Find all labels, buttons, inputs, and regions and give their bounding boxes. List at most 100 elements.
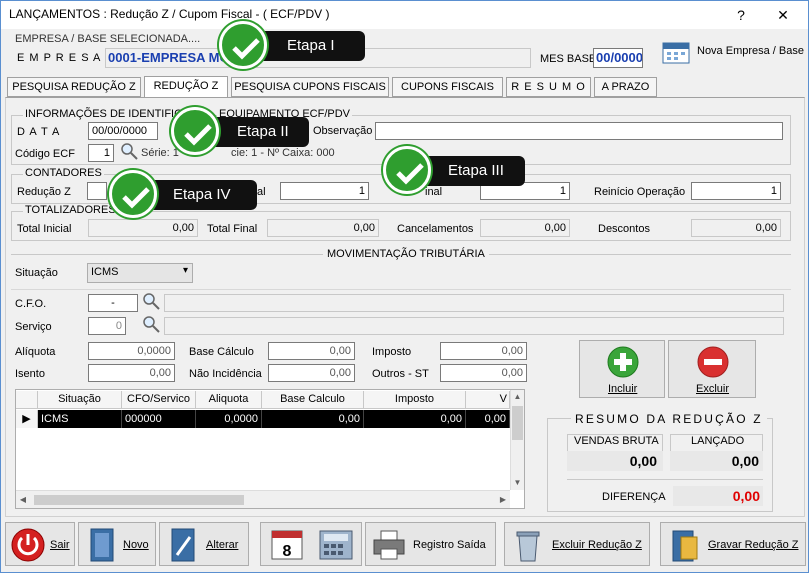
outros-st-input[interactable]: 0,00	[440, 364, 527, 382]
callout-etapa-1: Etapa I	[253, 31, 365, 61]
scroll-right-icon[interactable]: ▶	[496, 493, 510, 507]
cfo-input[interactable]: -	[88, 294, 138, 312]
vendas-value: 0,00	[567, 451, 663, 471]
grid-cell[interactable]: 0,00	[364, 410, 466, 428]
row-indicator-icon: ▶	[16, 410, 38, 428]
reducao-z-input[interactable]	[87, 182, 107, 200]
cancelamentos-label: Cancelamentos	[397, 223, 474, 235]
grid-cell[interactable]: 0,00	[466, 410, 510, 428]
codigo-ecf-label: Código ECF	[15, 148, 75, 160]
alterar-button[interactable]: Alterar	[159, 522, 249, 566]
mes-base-label: MES BASE	[540, 53, 597, 65]
vendas-label: VENDAS BRUTA	[574, 435, 659, 447]
gravar-reducao-label: Gravar Redução Z	[708, 539, 799, 551]
minus-icon	[697, 346, 729, 378]
codigo-ecf-input[interactable]: 1	[88, 144, 114, 162]
aliquota-input[interactable]: 0,0000	[88, 342, 175, 360]
base-calculo-input[interactable]: 0,00	[268, 342, 355, 360]
grid-header-v[interactable]: V	[466, 391, 510, 409]
svg-text:8: 8	[283, 543, 292, 560]
total-final-label: Total Final	[207, 223, 258, 235]
data-input[interactable]: 00/00/0000	[88, 122, 158, 140]
tab-reducao-z[interactable]: REDUÇÃO Z	[144, 76, 228, 98]
gravar-reducao-button[interactable]: Gravar Redução Z	[660, 522, 806, 566]
alterar-label: Alterar	[206, 539, 239, 551]
novo-button[interactable]: Novo	[78, 522, 156, 566]
vertical-scrollbar[interactable]: ▲ ▼	[510, 390, 524, 490]
grid-cell[interactable]: 0,0000	[196, 410, 262, 428]
data-label: D A T A	[17, 126, 61, 138]
calendar-icon	[662, 42, 690, 64]
search-icon[interactable]	[119, 141, 139, 161]
grid-header-imposto[interactable]: Imposto	[364, 391, 466, 409]
situacao-select[interactable]: ICMS ▾	[87, 263, 193, 283]
servico-input[interactable]: 0	[88, 317, 126, 335]
tab-a-prazo[interactable]: A PRAZO	[594, 77, 657, 97]
resumo-divider	[567, 479, 763, 480]
grid-header-base[interactable]: Base Calculo	[262, 391, 364, 409]
nao-incidencia-input[interactable]: 0,00	[268, 364, 355, 382]
lancado-label: LANÇADO	[691, 435, 745, 447]
power-icon	[11, 528, 45, 562]
serie-text: Série: 1	[141, 147, 179, 159]
grid-cell[interactable]: 0,00	[262, 410, 364, 428]
scroll-down-icon[interactable]: ▼	[511, 476, 524, 490]
divider	[11, 289, 791, 290]
grid-cell[interactable]: ICMS	[38, 410, 122, 428]
descontos-label: Descontos	[598, 223, 650, 235]
isento-input[interactable]: 0,00	[88, 364, 175, 382]
agenda-button[interactable]: 8	[260, 522, 362, 566]
callout-etapa-2: Etapa II	[205, 117, 309, 147]
check-icon	[383, 146, 431, 194]
base-calculo-label: Base Cálculo	[189, 346, 254, 358]
calendar-8-icon: 8	[271, 530, 303, 560]
total-inicial-label: Total Inicial	[17, 223, 72, 235]
main-window: LANÇAMENTOS : Redução Z / Cupom Fiscal -…	[0, 0, 809, 573]
excluir-item-button[interactable]: Excluir	[668, 340, 756, 398]
reinicio-input[interactable]: 1	[691, 182, 781, 200]
grid-header-aliquota[interactable]: Aliquota	[196, 391, 262, 409]
descontos-input: 0,00	[691, 219, 781, 237]
registro-saida-button[interactable]: Registro Saída	[365, 522, 496, 566]
nova-empresa-button[interactable]: Nova Empresa / Base	[659, 39, 807, 65]
reinicio-label: Reinício Operação	[594, 186, 686, 198]
cfo-search-icon[interactable]	[141, 291, 161, 311]
horizontal-scrollbar[interactable]: ◀ ▶	[16, 490, 510, 508]
sair-button[interactable]: Sair	[5, 522, 75, 566]
tab-pesquisa-cupons[interactable]: PESQUISA CUPONS FISCAIS	[231, 77, 389, 97]
scroll-thumb[interactable]	[512, 406, 523, 440]
totalizadores-title: TOTALIZADORES	[23, 204, 118, 216]
observacao-input[interactable]	[375, 122, 783, 140]
calculator-icon	[319, 530, 353, 560]
empresa-label: E M P R E S A	[17, 52, 102, 64]
title-bar: LANÇAMENTOS : Redução Z / Cupom Fiscal -…	[1, 1, 808, 29]
tab-resumo[interactable]: R E S U M O	[506, 77, 591, 97]
reducao-z-label: Redução Z	[17, 186, 71, 198]
check-icon	[171, 107, 219, 155]
hscroll-thumb[interactable]	[34, 495, 244, 505]
excluir-reducao-button[interactable]: Excluir Redução Z	[504, 522, 650, 566]
close-button[interactable]: ✕	[763, 3, 803, 27]
scroll-up-icon[interactable]: ▲	[511, 390, 524, 404]
trash-icon	[516, 531, 540, 562]
incluir-button[interactable]: Incluir	[579, 340, 665, 398]
diferenca-value: 0,00	[673, 486, 763, 506]
scroll-left-icon[interactable]: ◀	[16, 493, 30, 507]
isento-label: Isento	[15, 368, 45, 380]
tab-cupons-fiscais[interactable]: CUPONS FISCAIS	[392, 77, 503, 97]
contador2-label: al	[257, 186, 266, 198]
total-final-input: 0,00	[267, 219, 379, 237]
imposto-input[interactable]: 0,00	[440, 342, 527, 360]
contadores-title: CONTADORES	[23, 167, 104, 179]
check-icon	[109, 170, 157, 218]
new-document-icon	[90, 528, 114, 562]
tab-pesquisa-reducao[interactable]: PESQUISA REDUÇÃO Z	[7, 77, 141, 97]
grid-header-cfo[interactable]: CFO/Servico	[122, 391, 196, 409]
outros-st-label: Outros - ST	[372, 368, 429, 380]
servico-label: Serviço	[15, 321, 52, 333]
help-button[interactable]: ?	[721, 3, 761, 27]
grid-header-situacao[interactable]: Situação	[38, 391, 122, 409]
contador2-input[interactable]: 1	[280, 182, 369, 200]
servico-search-icon[interactable]	[141, 314, 161, 334]
grid-cell[interactable]: 000000	[122, 410, 196, 428]
